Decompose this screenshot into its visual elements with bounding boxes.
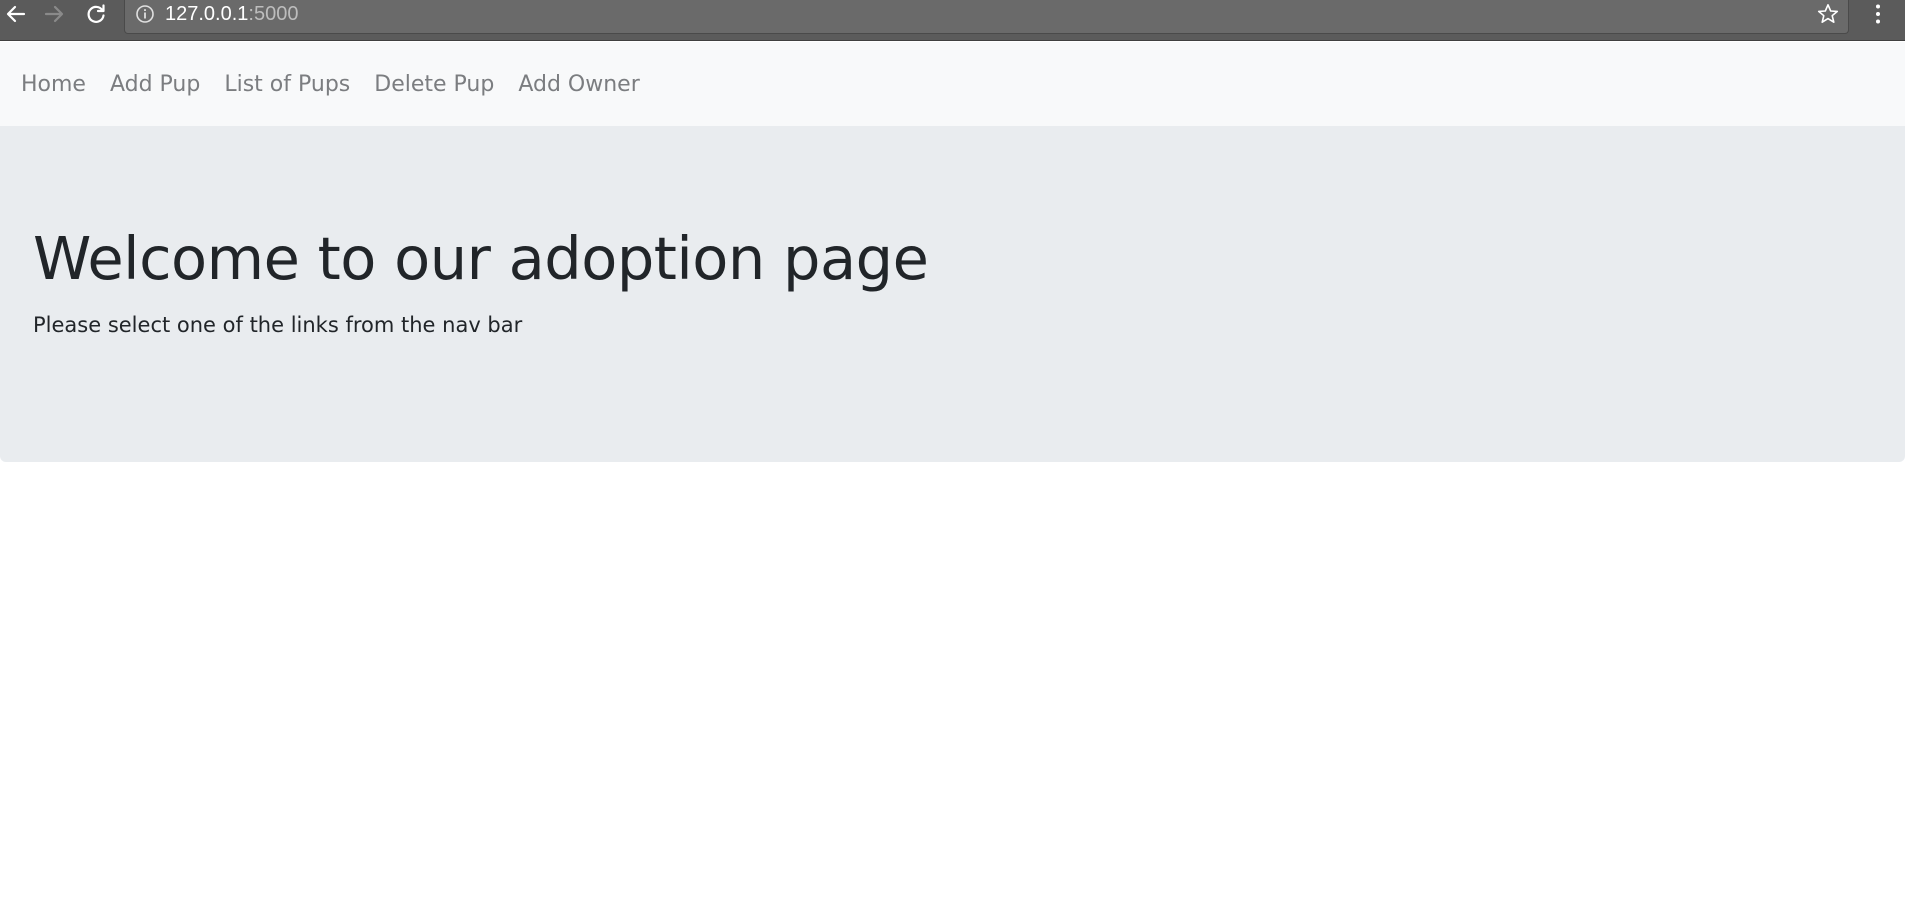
address-bar[interactable]: 127.0.0.1:5000 bbox=[124, 0, 1849, 34]
url-port: :5000 bbox=[248, 3, 299, 25]
page-title: Welcome to our adoption page bbox=[33, 224, 929, 293]
forward-button[interactable] bbox=[38, 0, 70, 28]
url-text[interactable]: 127.0.0.1:5000 bbox=[165, 2, 298, 26]
nav-link-add-owner[interactable]: Add Owner bbox=[518, 72, 639, 97]
url-host: 127.0.0.1 bbox=[165, 3, 249, 25]
lead-text: Please select one of the links from the … bbox=[33, 313, 523, 337]
nav-link-home[interactable]: Home bbox=[21, 72, 86, 97]
arrow-right-icon bbox=[44, 5, 64, 23]
arrow-left-icon bbox=[6, 5, 26, 23]
nav-link-add-pup[interactable]: Add Pup bbox=[110, 72, 200, 97]
nav-link-list-of-pups[interactable]: List of Pups bbox=[224, 72, 350, 97]
jumbotron: Welcome to our adoption page Please sele… bbox=[0, 126, 1905, 462]
reload-icon bbox=[87, 4, 105, 23]
browser-toolbar: 127.0.0.1:5000 bbox=[0, 0, 1905, 41]
reload-button[interactable] bbox=[80, 0, 112, 28]
back-button[interactable] bbox=[0, 0, 32, 28]
kebab-menu-icon bbox=[1876, 4, 1880, 24]
star-icon[interactable] bbox=[1816, 2, 1840, 26]
browser-menu-button[interactable] bbox=[1866, 0, 1890, 28]
nav-link-delete-pup[interactable]: Delete Pup bbox=[374, 72, 494, 97]
info-icon[interactable] bbox=[135, 4, 155, 24]
site-navbar: Home Add Pup List of Pups Delete Pup Add… bbox=[0, 42, 1905, 126]
